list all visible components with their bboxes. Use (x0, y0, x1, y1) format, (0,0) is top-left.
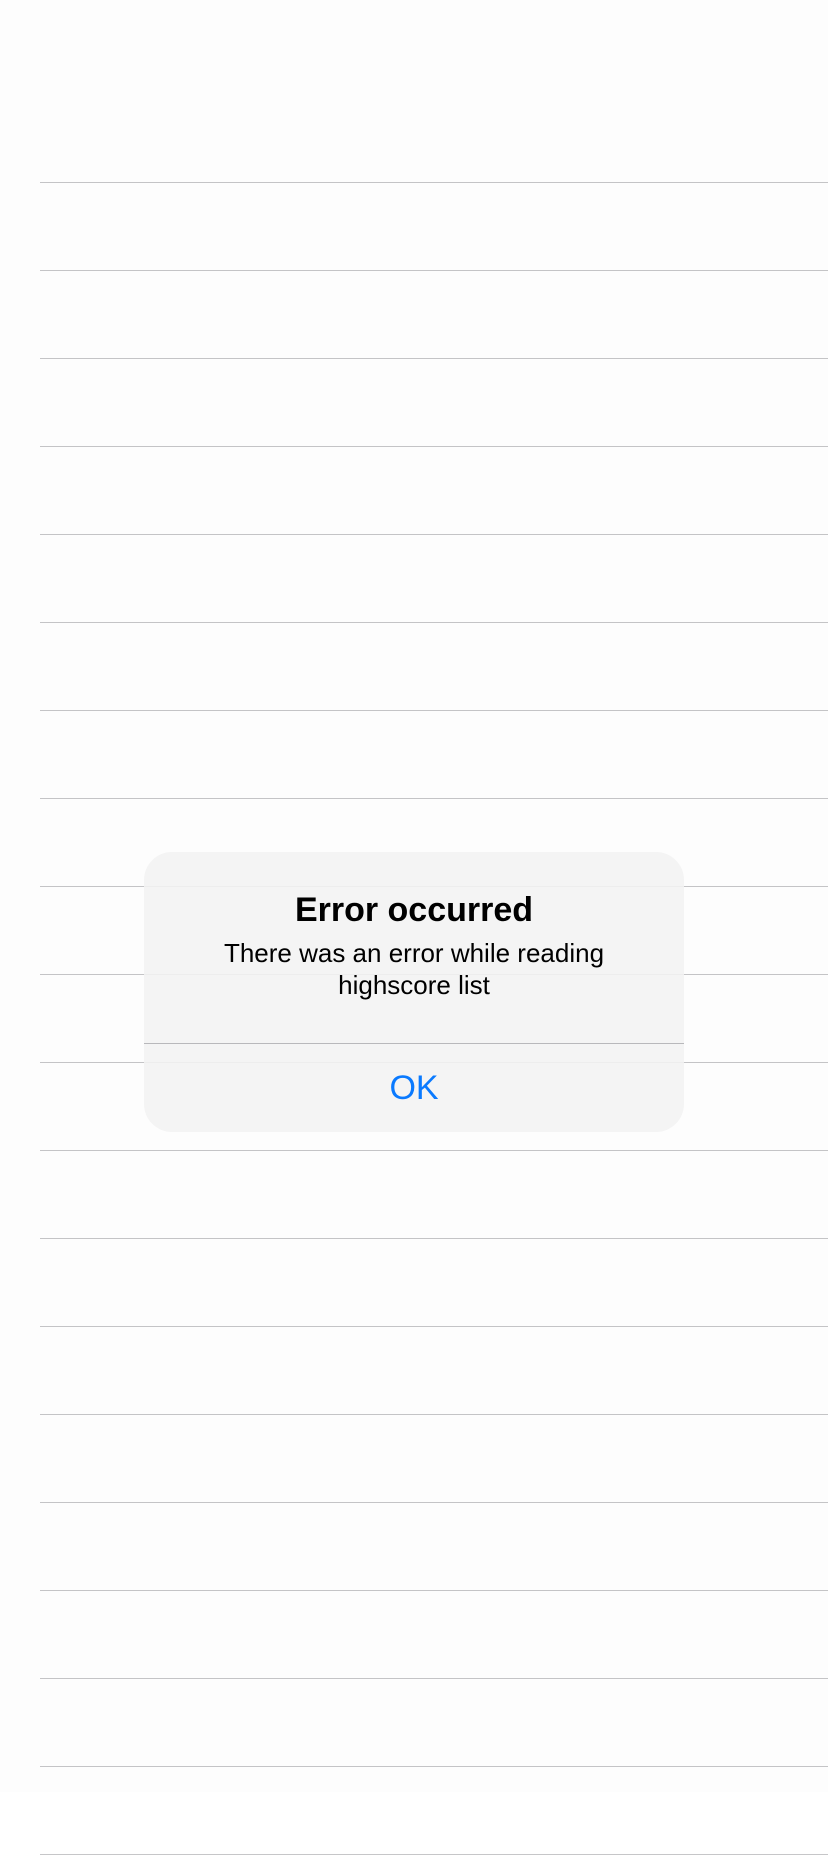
ok-button[interactable]: OK (144, 1044, 684, 1132)
alert-title: Error occurred (294, 891, 534, 929)
error-alert: Error occurred There was an error while … (144, 852, 684, 1132)
alert-message: There was an error while reading highsco… (223, 938, 605, 1000)
